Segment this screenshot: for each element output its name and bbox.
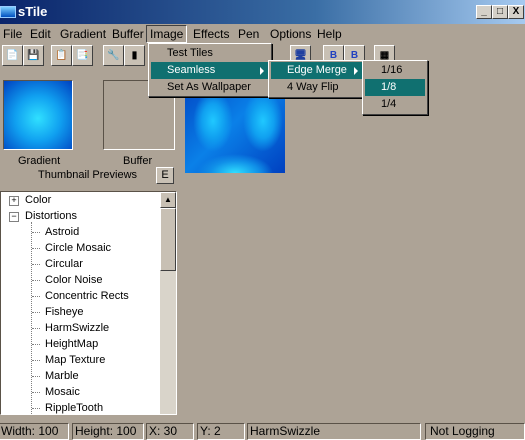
menu-gradient[interactable]: Gradient bbox=[57, 26, 109, 42]
menu-item-1-16[interactable]: 1/16 bbox=[365, 62, 425, 79]
tree-branch bbox=[32, 392, 40, 393]
menu-item-test-tiles[interactable]: Test Tiles bbox=[151, 45, 269, 62]
tree-item[interactable]: HarmSwizzle bbox=[45, 321, 109, 335]
tree-item[interactable]: Color Noise bbox=[45, 273, 102, 287]
tree-item[interactable]: Map Texture bbox=[45, 353, 105, 367]
collapse-icon[interactable]: − bbox=[9, 212, 19, 222]
tree-item[interactable]: Circle Mosaic bbox=[45, 241, 111, 255]
new-icon[interactable]: 📄 bbox=[2, 45, 23, 66]
buffer-label: Buffer bbox=[123, 155, 153, 167]
menu-help[interactable]: Help bbox=[314, 26, 345, 42]
tree-branch bbox=[32, 248, 40, 249]
maximize-button[interactable]: □ bbox=[492, 5, 508, 19]
menu-bar: File Edit Gradient Buffer Image Effects … bbox=[0, 24, 525, 43]
close-button[interactable]: X bbox=[508, 5, 524, 19]
menu-options[interactable]: Options bbox=[267, 26, 314, 42]
menu-item-seamless[interactable]: Seamless bbox=[151, 62, 269, 79]
paste-icon[interactable]: 📑 bbox=[72, 45, 93, 66]
tree-node-color[interactable]: Color bbox=[25, 193, 51, 207]
minimize-button[interactable]: _ bbox=[476, 5, 492, 19]
tree-branch bbox=[32, 264, 40, 265]
status-bar: Width: 100 Height: 100 X: 30 Y: 2 HarmSw… bbox=[0, 421, 525, 440]
status-effect: HarmSwizzle bbox=[247, 423, 421, 440]
menu-item-1-8[interactable]: 1/8 bbox=[365, 79, 425, 96]
gradient-thumbnail[interactable] bbox=[3, 80, 73, 150]
menu-item-4-way-flip[interactable]: 4 Way Flip bbox=[271, 79, 363, 96]
image-menu: Test Tiles Seamless Set As Wallpaper bbox=[148, 43, 272, 97]
status-height: Height: 100 bbox=[72, 423, 144, 440]
edge-merge-menu: 1/16 1/8 1/4 bbox=[362, 60, 428, 115]
status-x: X: 30 bbox=[146, 423, 194, 440]
menu-item-edge-merge[interactable]: Edge Merge bbox=[271, 62, 363, 79]
menu-buffer[interactable]: Buffer bbox=[109, 26, 147, 42]
tree-item[interactable]: Circular bbox=[45, 257, 83, 271]
submenu-arrow-icon bbox=[354, 67, 358, 75]
tree-item[interactable]: Astroid bbox=[45, 225, 79, 239]
status-width: Width: 100 bbox=[0, 423, 69, 440]
tree-scrollbar[interactable]: ▲ bbox=[160, 192, 176, 414]
menu-pen[interactable]: Pen bbox=[235, 26, 262, 42]
tree-item[interactable]: Marble bbox=[45, 369, 79, 383]
e-button[interactable]: E bbox=[156, 167, 174, 184]
tree-item[interactable]: HeightMap bbox=[45, 337, 98, 351]
copy-icon[interactable]: 📋 bbox=[51, 45, 72, 66]
gradient-label: Gradient bbox=[18, 155, 61, 167]
tree-branch bbox=[32, 232, 40, 233]
menu-file[interactable]: File bbox=[0, 26, 25, 42]
scroll-up-icon[interactable]: ▲ bbox=[160, 192, 176, 208]
tools-icon[interactable]: 🔧 bbox=[103, 45, 124, 66]
menu-image[interactable]: Image bbox=[146, 25, 188, 43]
seamless-menu: Edge Merge 4 Way Flip bbox=[268, 60, 366, 98]
menu-effects[interactable]: Effects bbox=[190, 26, 232, 42]
tree-branch bbox=[32, 360, 40, 361]
menu-item-edge-merge-label: Edge Merge bbox=[287, 64, 347, 76]
menu-item-1-4[interactable]: 1/4 bbox=[365, 96, 425, 113]
bars-icon[interactable]: ▮ bbox=[124, 45, 145, 66]
tree-item[interactable]: Concentric Rects bbox=[45, 289, 129, 303]
tree-branch bbox=[32, 408, 40, 409]
menu-item-seamless-label: Seamless bbox=[167, 64, 216, 76]
effects-tree: + Color − Distortions Astroid Circle Mos… bbox=[0, 191, 177, 415]
thumbnail-previews-label: Thumbnail Previews bbox=[38, 169, 138, 181]
expand-icon[interactable]: + bbox=[9, 196, 19, 206]
tree-branch bbox=[32, 280, 40, 281]
tree-branch bbox=[32, 312, 40, 313]
tree-item[interactable]: RippleTooth bbox=[45, 401, 103, 414]
status-y: Y: 2 bbox=[197, 423, 245, 440]
tree-node-distortions[interactable]: Distortions bbox=[25, 209, 77, 223]
submenu-arrow-icon bbox=[260, 67, 264, 75]
tree-branch bbox=[32, 344, 40, 345]
tree-item[interactable]: Mosaic bbox=[45, 385, 80, 399]
menu-item-set-as-wallpaper[interactable]: Set As Wallpaper bbox=[151, 79, 269, 96]
window-title: sTile bbox=[18, 4, 48, 19]
scroll-thumb[interactable] bbox=[160, 208, 176, 271]
app-icon bbox=[0, 6, 16, 18]
save-icon[interactable]: 💾 bbox=[23, 45, 44, 66]
tree-branch bbox=[32, 296, 40, 297]
tree-branch bbox=[32, 328, 40, 329]
menu-edit[interactable]: Edit bbox=[27, 26, 54, 42]
tree-branch bbox=[32, 376, 40, 377]
tree-item[interactable]: Fisheye bbox=[45, 305, 84, 319]
tree-guide-line bbox=[31, 222, 32, 414]
title-bar[interactable]: sTile _ □ X bbox=[0, 0, 525, 24]
status-logging: Not Logging bbox=[425, 423, 525, 440]
